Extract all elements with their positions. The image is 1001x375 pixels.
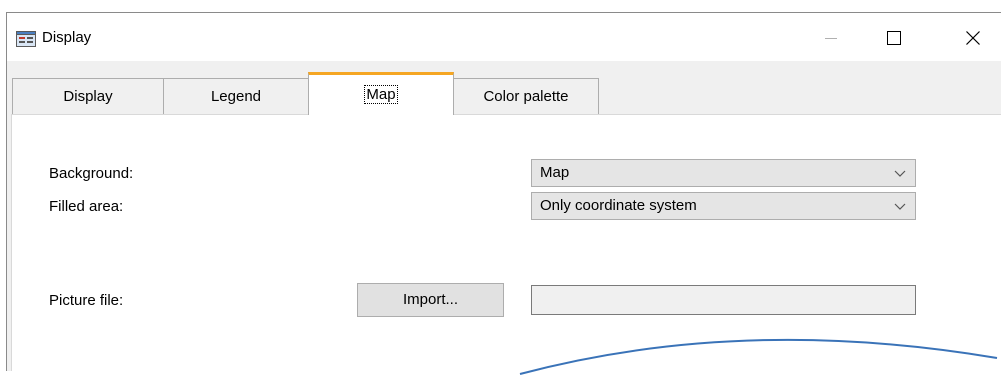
tab-color-palette[interactable]: Color palette	[453, 78, 599, 114]
display-window-icon	[16, 31, 36, 47]
minimize-icon	[825, 38, 837, 39]
tab-map[interactable]: Map	[308, 72, 454, 115]
tab-legend[interactable]: Legend	[163, 78, 309, 114]
tab-display[interactable]: Display	[12, 78, 164, 114]
dialog-client-area: Display Legend Map Color palette Backgro…	[7, 61, 1001, 375]
title-bar[interactable]: Display	[7, 13, 1001, 61]
map-preview-outline	[519, 338, 998, 375]
window-title: Display	[42, 29, 92, 46]
tab-map-label: Map	[364, 85, 398, 104]
map-tab-panel: Background: Map Filled area: Only coordi…	[11, 114, 1001, 375]
display-dialog: Display Display Legend Map Color palette…	[6, 12, 1001, 375]
close-icon	[966, 31, 980, 45]
minimize-button[interactable]	[808, 17, 854, 57]
maximize-icon	[887, 31, 901, 45]
maximize-button[interactable]	[871, 17, 917, 57]
close-button[interactable]	[950, 17, 996, 57]
